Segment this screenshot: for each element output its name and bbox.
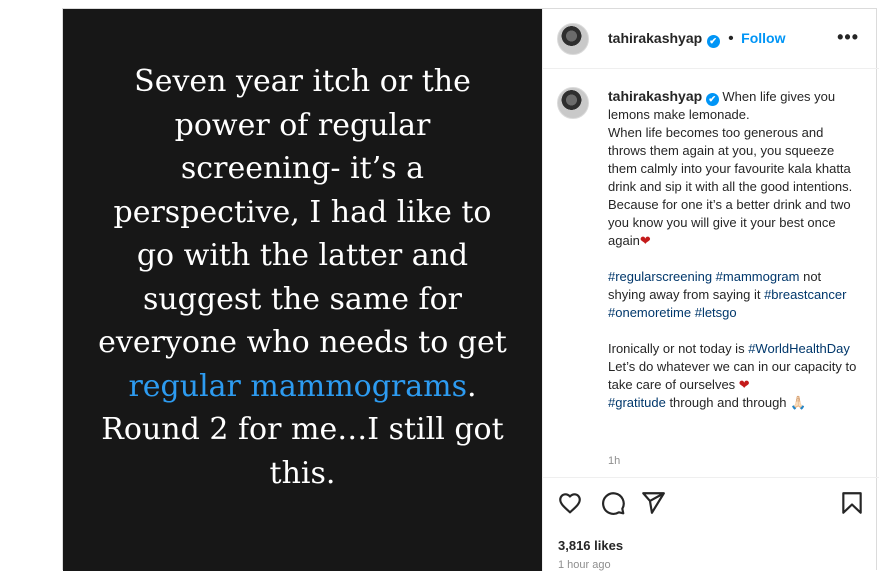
heart-emoji-icon: ❤ [639,233,651,248]
separator-dot: • [728,30,734,47]
post-image[interactable]: Seven year itch or the power of regular … [63,9,542,571]
caption-avatar[interactable] [557,87,589,119]
username-link[interactable]: tahirakashyap [608,30,702,46]
heart-emoji-icon: ❤ [738,377,750,392]
more-options-icon[interactable]: ••• [837,27,859,48]
caption-text: Let’s do whatever we can in our capacity… [608,359,857,392]
save-bookmark-icon[interactable] [839,490,865,516]
post-image-text: Seven year itch or the power of regular … [93,60,513,495]
post-text-highlight: regular mammograms [128,368,467,404]
post-timestamp[interactable]: 1 hour ago [558,559,611,571]
like-heart-icon[interactable] [557,490,583,516]
verified-badge-icon: ✔ [706,35,720,48]
post-sidebar: tahirakashyap ✔ • Follow ••• tahirakashy… [542,9,879,571]
action-bar: 3,816 likes 1 hour ago [543,477,879,571]
caption: tahirakashyap ✔ When life gives you lemo… [608,87,858,412]
caption-text: through and through [665,395,791,410]
hashtag-gratitude[interactable]: #gratitude [608,395,666,410]
comment-icon[interactable] [600,490,626,516]
hashtag-links[interactable]: #regularscreening #mammogram [608,269,799,284]
follow-button[interactable]: Follow [741,30,785,46]
share-paper-plane-icon[interactable] [640,490,666,516]
instagram-post: Seven year itch or the power of regular … [62,8,879,571]
avatar[interactable] [557,23,589,55]
hashtag-worldhealthday[interactable]: #WorldHealthDay [748,341,850,356]
header-user: tahirakashyap ✔ • Follow [608,30,785,48]
caption-text: Ironically or not today is [608,341,745,356]
caption-username[interactable]: tahirakashyap [608,88,702,104]
caption-timestamp[interactable]: 1h [608,455,620,467]
post-header: tahirakashyap ✔ • Follow ••• [543,9,879,69]
verified-badge-icon: ✔ [705,93,719,106]
post-text-before: Seven year itch or the power of regular … [98,64,507,360]
praying-hands-emoji-icon: 🙏🏻 [790,395,807,410]
caption-body: When life becomes too generous and throw… [608,125,853,248]
likes-count[interactable]: 3,816 likes [558,538,623,553]
